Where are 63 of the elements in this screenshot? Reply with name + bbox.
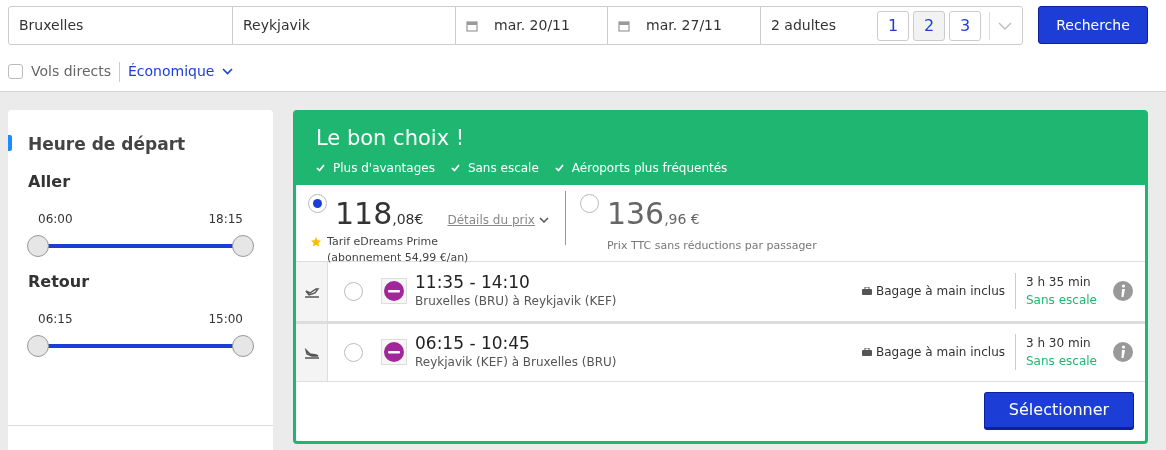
airline-logo-icon (384, 342, 404, 362)
chevron-down-icon (538, 216, 549, 223)
time-label: 06:00 (38, 210, 73, 228)
price: 136,96 € (606, 194, 700, 233)
price-note: Tarif eDreams Prime (327, 233, 440, 250)
origin-field[interactable]: Bruxelles (9, 7, 233, 44)
passenger-count-text: 2 adultes (771, 16, 836, 35)
slider-handle[interactable] (27, 234, 49, 257)
time-label: 06:15 (38, 310, 73, 328)
checkmark-icon (450, 163, 460, 172)
chevron-down-icon (222, 68, 234, 75)
slider-handle[interactable] (232, 234, 254, 257)
passenger-count-button[interactable]: 3 (949, 10, 981, 41)
select-button[interactable]: Sélectionner (984, 391, 1134, 430)
info-icon[interactable] (1113, 342, 1133, 362)
feature-text: Sans escale (467, 159, 539, 177)
suitcase-icon (861, 287, 872, 295)
slider-label: Aller (28, 170, 72, 193)
stops-text: Sans escale (1026, 353, 1098, 370)
checkmark-icon (316, 163, 325, 172)
stops-text: Sans escale (1026, 292, 1098, 309)
suitcase-icon (861, 348, 872, 356)
passenger-count-button[interactable]: 2 (913, 10, 945, 41)
radio-button[interactable] (308, 193, 327, 213)
checkbox[interactable] (8, 64, 23, 79)
star-icon (311, 236, 321, 247)
feature-text: Aéroports plus fréquentés (571, 159, 728, 177)
radio-button[interactable] (344, 281, 363, 301)
calendar-icon (466, 19, 478, 32)
airline-logo-icon (384, 281, 404, 301)
baggage-text: Bagage à main inclus (875, 283, 1005, 300)
time-label: 15:00 (208, 310, 243, 328)
slider-label: Retour (28, 270, 91, 293)
destination-field[interactable]: Reykjavik (233, 7, 456, 44)
flight-times: 11:35 - 14:10 (415, 271, 531, 293)
flight-duration: 3 h 30 min (1026, 335, 1092, 352)
baggage-text: Bagage à main inclus (875, 344, 1005, 361)
offer-title: Le bon choix ! (316, 125, 466, 152)
info-icon[interactable] (1113, 281, 1133, 301)
flight-route: Reykjavik (KEF) à Bruxelles (BRU) (415, 354, 618, 372)
cabin-dropdown[interactable]: Économique (128, 61, 234, 82)
checkbox-label: Vols directs (31, 62, 111, 81)
checkmark-icon (554, 163, 564, 172)
date-field[interactable]: mar. 27/11 (608, 7, 761, 44)
flight-route: Bruxelles (BRU) à Reykjavik (KEF) (415, 293, 618, 311)
time-label: 18:15 (208, 210, 243, 228)
search-button[interactable]: Recherche (1038, 6, 1148, 44)
feature-text: Plus d'avantages (333, 159, 435, 177)
filter-title: Heure de départ (27, 133, 187, 156)
radio-button[interactable] (579, 193, 599, 213)
calendar-icon (618, 19, 630, 32)
flight-times: 06:15 - 10:45 (415, 332, 531, 354)
price-details-link[interactable]: Détails du prix (447, 210, 549, 229)
slider-handle[interactable] (232, 334, 254, 357)
slider-handle[interactable] (27, 334, 49, 357)
passenger-count-button[interactable]: 1 (877, 10, 909, 41)
flight-duration: 3 h 35 min (1026, 274, 1092, 291)
price-note: (abonnement 54,99 €/an) (327, 250, 469, 266)
price-note: Prix TTC sans réductions par passager (606, 237, 817, 254)
chevron-down-icon[interactable] (998, 21, 1012, 30)
price: 118,08€ (335, 194, 424, 233)
date-field[interactable]: mar. 20/11 (456, 7, 608, 44)
radio-button[interactable] (344, 342, 363, 362)
